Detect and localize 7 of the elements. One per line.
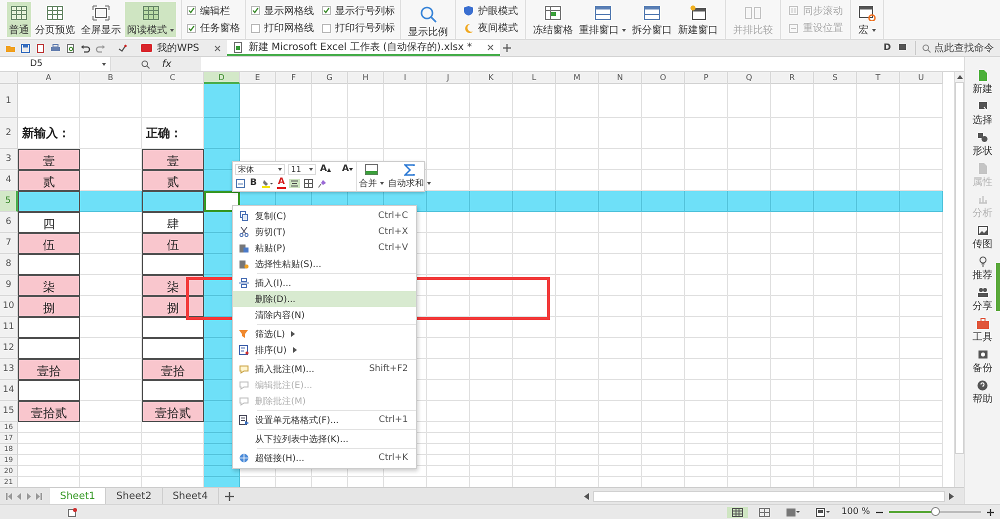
checkbox-label: 显示行号列标 xyxy=(335,4,395,18)
zoom-level: 100 % xyxy=(841,507,870,517)
checkbox-label: 显示网格线 xyxy=(264,4,314,18)
checkbox-label: 编辑栏 xyxy=(200,4,230,18)
checkbox-label: 打印行号列标 xyxy=(335,22,395,36)
checkbox-label: 打印网格线 xyxy=(264,22,314,36)
checkbox-label: 任务窗格 xyxy=(200,22,240,36)
